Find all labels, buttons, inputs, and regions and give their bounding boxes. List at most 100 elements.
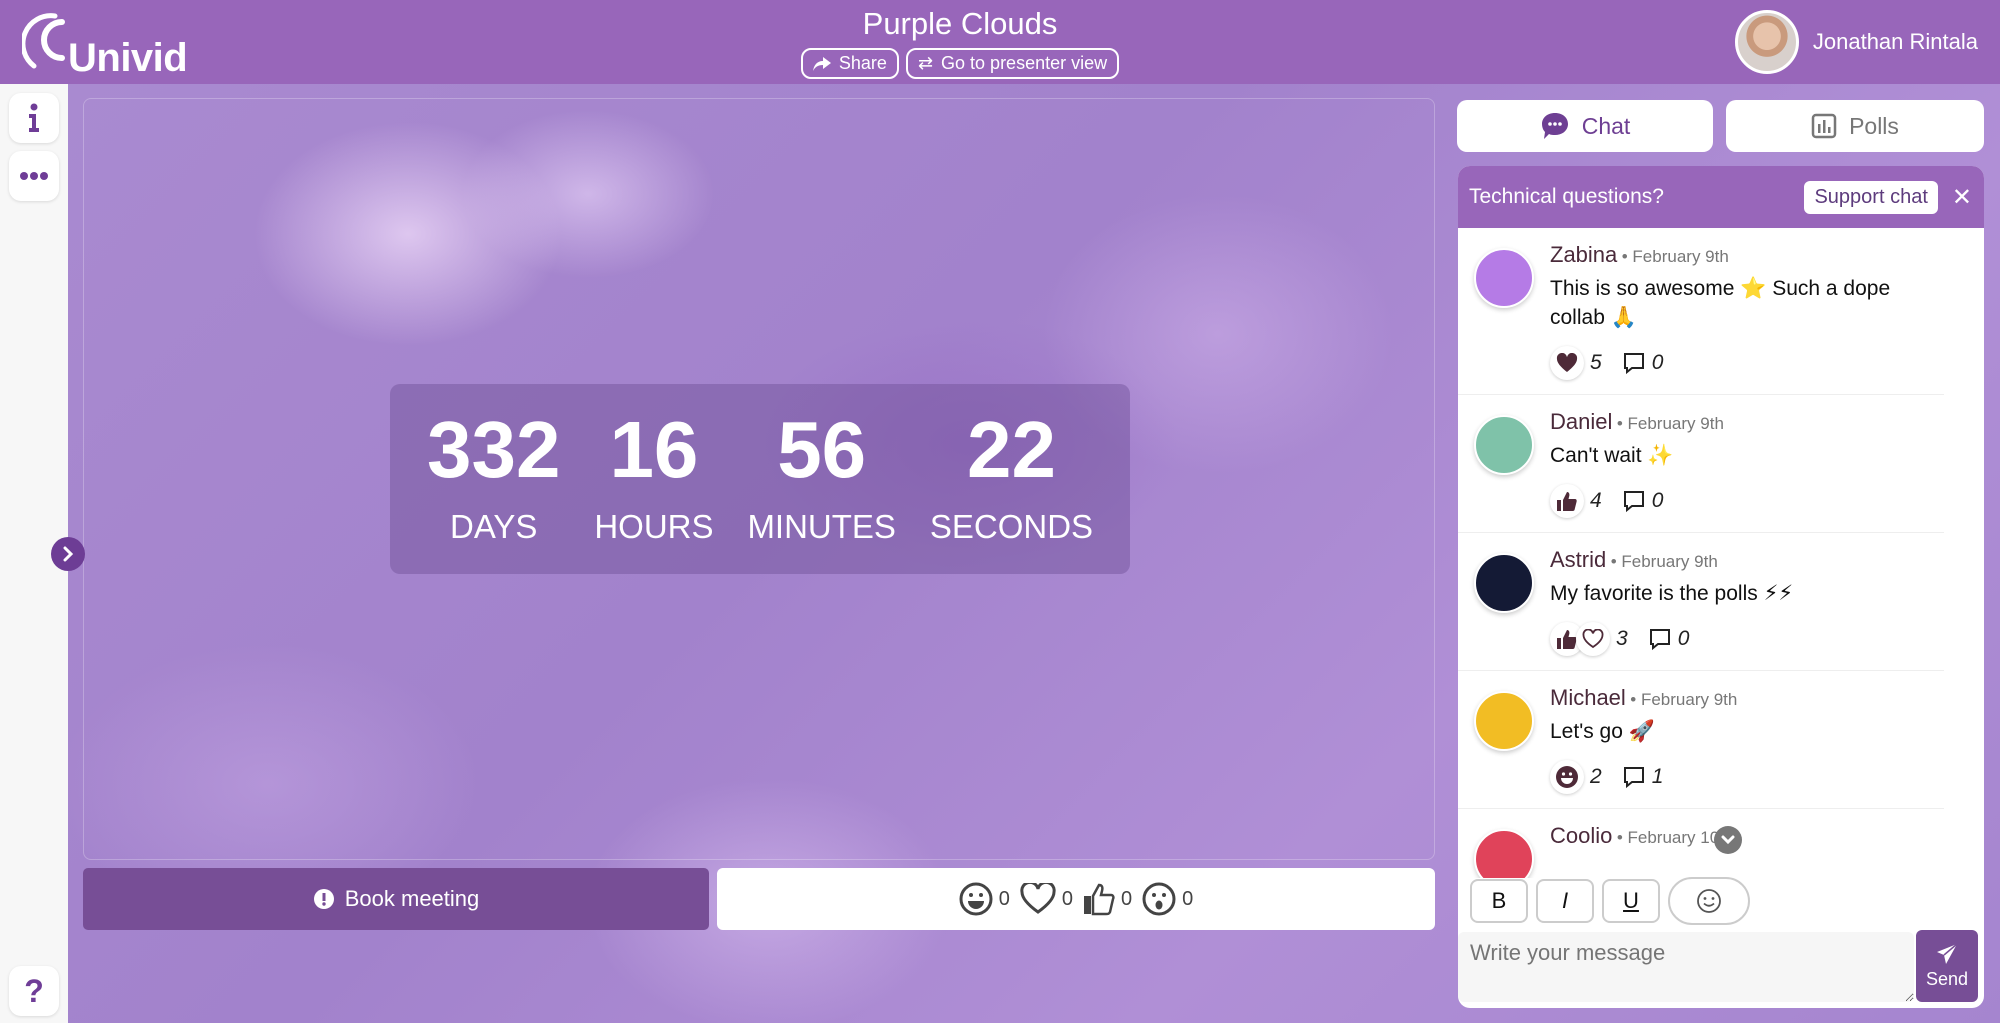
- hours-value: 16: [609, 405, 699, 494]
- smiley-icon: [1697, 889, 1721, 913]
- close-icon[interactable]: ✕: [1952, 183, 1972, 212]
- reaction-button[interactable]: [1550, 346, 1584, 380]
- countdown-hours: 16 HOURS: [594, 384, 713, 574]
- message-text: My favorite is the polls ⚡⚡: [1550, 582, 1794, 605]
- author-name: Coolio: [1550, 823, 1613, 848]
- reaction-heart[interactable]: 0: [1020, 883, 1073, 915]
- expand-sidebar-button[interactable]: [51, 537, 85, 571]
- user-name: Jonathan Rintala: [1812, 29, 1978, 54]
- thumbs-up-filled-icon: [1557, 630, 1577, 649]
- message-text: Let's go 🚀: [1550, 720, 1655, 743]
- reply-comment-icon[interactable]: [1648, 627, 1672, 651]
- user-profile[interactable]: Jonathan Rintala: [1734, 10, 1978, 74]
- format-toolbar: B I U: [1470, 877, 1750, 925]
- book-meeting-label: Book meeting: [344, 886, 480, 911]
- seconds-value: 22: [966, 405, 1056, 494]
- tab-polls[interactable]: Polls: [1726, 100, 1984, 152]
- univid-logo[interactable]: Univid: [22, 10, 188, 80]
- support-text: Technical questions?: [1469, 185, 1664, 208]
- share-label: Share: [838, 53, 887, 73]
- chat-message: Michael • February 9th Let's go 🚀 2 1: [1458, 671, 1944, 809]
- info-button[interactable]: [9, 93, 59, 143]
- send-label: Send: [1925, 968, 1969, 989]
- reaction-thumbs-up[interactable]: 0: [1083, 882, 1132, 916]
- reply-count: 1: [1651, 765, 1664, 788]
- thumbs-up-icon: [1084, 883, 1115, 916]
- reaction-count: 0: [998, 887, 1010, 910]
- laugh-filled-icon: [1556, 766, 1578, 788]
- reaction-surprised[interactable]: 0: [1142, 882, 1193, 916]
- message-date: February 9th: [1632, 247, 1729, 266]
- thumbs-up-filled-icon: [1557, 492, 1577, 511]
- avatar: [1474, 415, 1534, 475]
- paper-plane-icon: [1937, 942, 1958, 964]
- reply-comment-icon[interactable]: [1622, 351, 1646, 375]
- support-banner: Technical questions? Support chat ✕: [1458, 166, 1984, 228]
- info-icon: [29, 103, 39, 132]
- message-date: February 9th: [1621, 552, 1718, 571]
- emoji-picker-button[interactable]: [1668, 877, 1750, 925]
- reaction-count: 5: [1590, 351, 1602, 374]
- swap-arrows-icon: ⇄: [917, 53, 934, 73]
- presenter-view-button[interactable]: ⇄ Go to presenter view: [905, 48, 1120, 79]
- author-name: Michael: [1550, 685, 1626, 710]
- avatar: [1474, 691, 1534, 751]
- help-button[interactable]: ?: [9, 966, 59, 1016]
- avatar: [1474, 553, 1534, 613]
- seconds-label: SECONDS: [929, 508, 1094, 545]
- send-button[interactable]: Send: [1916, 930, 1978, 1002]
- share-arrow-icon: [812, 56, 831, 71]
- days-value: 332: [426, 405, 561, 494]
- bold-button[interactable]: B: [1470, 879, 1528, 923]
- minutes-value: 56: [777, 405, 867, 494]
- chat-message: Daniel • February 9th Can't wait ✨ 4 0: [1458, 395, 1944, 533]
- surprised-icon: [1142, 882, 1176, 916]
- reaction-count: 0: [1121, 887, 1133, 910]
- reply-count: 0: [1651, 489, 1664, 512]
- message-text: This is so awesome ⭐ Such a dope collab …: [1550, 277, 1891, 329]
- scroll-to-bottom-button[interactable]: [1714, 826, 1742, 854]
- more-button[interactable]: [9, 151, 59, 201]
- reaction-count: 0: [1182, 887, 1194, 910]
- italic-label: I: [1561, 888, 1569, 913]
- reaction-button[interactable]: [1550, 760, 1584, 794]
- user-avatar[interactable]: [1734, 10, 1799, 74]
- countdown-days: 332 DAYS: [427, 384, 560, 574]
- reply-count: 0: [1651, 351, 1664, 374]
- reaction-button[interactable]: [1550, 484, 1584, 518]
- underline-button[interactable]: U: [1602, 879, 1660, 923]
- heart-icon: [1020, 883, 1056, 914]
- italic-button[interactable]: I: [1536, 879, 1594, 923]
- chat-panel: Technical questions? Support chat ✕ Zabi…: [1458, 166, 1984, 1008]
- bold-label: B: [1491, 888, 1507, 913]
- reply-comment-icon[interactable]: [1622, 489, 1646, 513]
- reply-comment-icon[interactable]: [1622, 765, 1646, 789]
- book-meeting-button[interactable]: Book meeting: [83, 868, 709, 930]
- poll-chart-icon: [1811, 113, 1837, 139]
- reaction-button[interactable]: [1576, 622, 1610, 656]
- message-list[interactable]: Zabina • February 9th This is so awesome…: [1458, 228, 1944, 878]
- avatar: [1474, 248, 1534, 308]
- reaction-count: 3: [1616, 627, 1628, 650]
- heart-outline-icon: [1582, 629, 1604, 649]
- countdown-seconds: 22 SECONDS: [930, 384, 1093, 574]
- message-date: February 9th: [1627, 414, 1724, 433]
- top-header: Univid Purple Clouds Share ⇄ Go to prese…: [0, 0, 2000, 84]
- tab-polls-label: Polls: [1849, 112, 1899, 139]
- chat-bubble-icon: [1541, 113, 1568, 139]
- chat-message: Zabina • February 9th This is so awesome…: [1458, 228, 1944, 395]
- support-chat-button[interactable]: Support chat: [1804, 180, 1938, 214]
- minutes-label: MINUTES: [747, 508, 896, 545]
- share-button[interactable]: Share: [800, 48, 899, 79]
- reaction-laugh[interactable]: 0: [959, 882, 1010, 916]
- event-title: Purple Clouds: [862, 6, 1058, 41]
- reaction-count: 4: [1590, 489, 1602, 512]
- author-name: Zabina: [1550, 242, 1618, 267]
- hours-label: HOURS: [594, 508, 714, 545]
- reaction-count: 2: [1590, 765, 1602, 788]
- chat-message: Astrid • February 9th My favorite is the…: [1458, 533, 1944, 671]
- tab-chat[interactable]: Chat: [1457, 100, 1713, 152]
- heart-filled-icon: [1556, 353, 1578, 372]
- message-input[interactable]: [1458, 932, 1914, 1002]
- presenter-view-label: Go to presenter view: [941, 53, 1108, 73]
